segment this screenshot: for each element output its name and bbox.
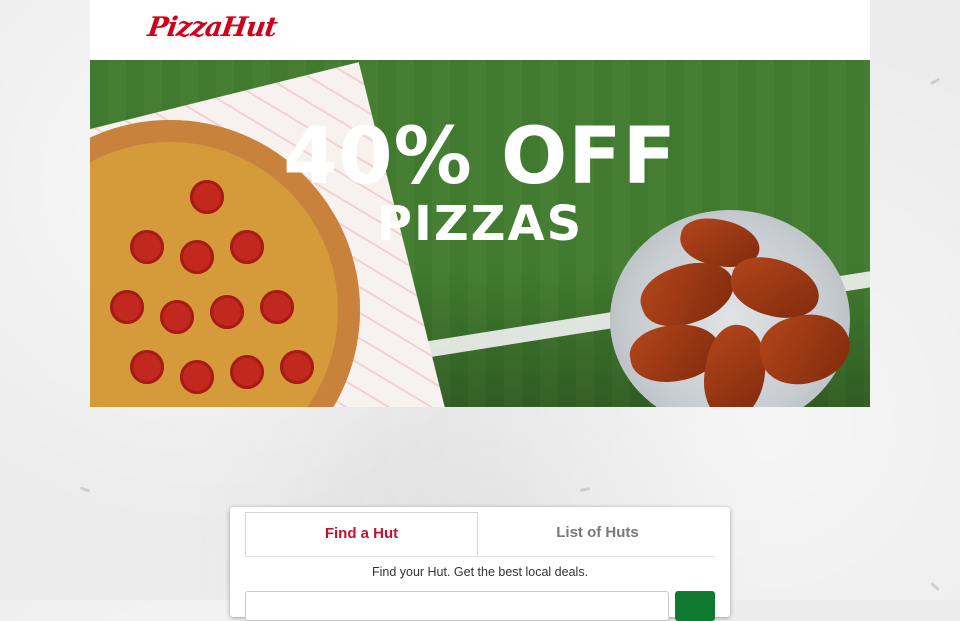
background-speck	[929, 77, 941, 86]
background-speck	[79, 486, 91, 493]
background-speck	[579, 487, 591, 492]
promo-subline: PIZZAS	[376, 196, 584, 252]
search-submit-button[interactable]	[675, 591, 715, 621]
finder-tabs: Find a Hut List of Huts	[245, 512, 715, 557]
promo-hero-banner[interactable]: 40% OFF PIZZAS	[90, 60, 870, 407]
tab-find-a-hut[interactable]: Find a Hut	[245, 512, 478, 555]
location-search-input[interactable]	[245, 591, 669, 621]
promo-headline: 40% OFF	[283, 112, 677, 202]
background-speck	[930, 582, 940, 591]
pizza-hut-logo[interactable]: PizzaHut	[146, 12, 279, 43]
hut-finder-panel: Find a Hut List of Huts Find your Hut. G…	[230, 507, 730, 621]
tab-list-of-huts[interactable]: List of Huts	[481, 512, 714, 555]
site-header: PizzaHut	[90, 0, 870, 60]
finder-description: Find your Hut. Get the best local deals.	[371, 565, 589, 579]
